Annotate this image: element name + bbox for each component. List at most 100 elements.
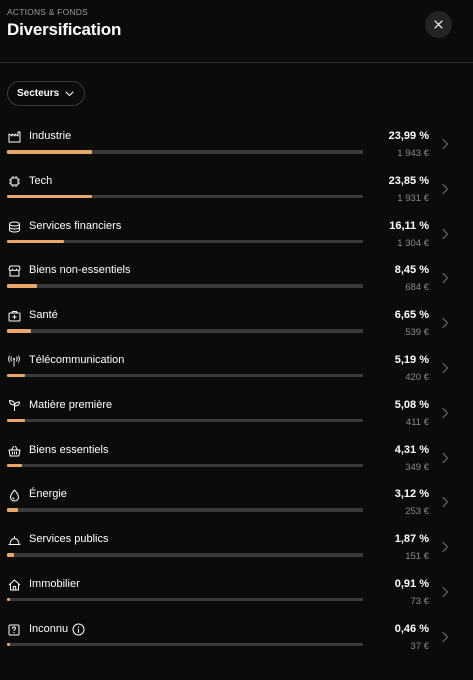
sector-label: Énergie [29, 488, 67, 500]
allocation-bar-fill [7, 418, 26, 423]
allocation-bar-track [7, 418, 363, 423]
allocation-bar-track [7, 508, 363, 512]
sector-amount: 349 € [405, 461, 429, 473]
drop-icon [7, 488, 21, 502]
allocation-bar-track [7, 642, 363, 647]
chevron-right-icon [440, 138, 450, 150]
sector-row[interactable]: Inconnu 0,46 % 37 € [0, 618, 473, 663]
sector-row[interactable]: Télécommunication 5,19 % 420 € [0, 349, 473, 394]
sector-percent: 4,31 % [394, 443, 429, 456]
sector-label: Immobilier [29, 578, 80, 590]
chevron-right-icon [440, 362, 450, 374]
sector-row[interactable]: Industrie 23,99 % 1 943 € [0, 125, 473, 170]
filter-label: Secteurs [17, 88, 60, 99]
sector-amount: 151 € [405, 551, 429, 563]
chevron-right-icon [440, 631, 450, 643]
allocation-bar-fill [7, 284, 38, 288]
sector-label-text: Services financiers [29, 219, 122, 232]
allocation-bar-track [7, 553, 363, 557]
sector-label-text: Inconnu [29, 623, 69, 636]
sector-amount: 37 € [410, 640, 430, 652]
sector-row[interactable]: Énergie 3,12 % 253 € [0, 483, 473, 528]
allocation-bar-fill [7, 642, 11, 647]
sector-row[interactable]: Services financiers 16,11 % 1 304 € [0, 215, 473, 260]
sector-label: Tech [29, 175, 52, 187]
chevron-right-icon [440, 183, 450, 195]
sector-row[interactable]: Biens essentiels 4,31 % 349 € [0, 439, 473, 484]
sector-amount: 539 € [405, 327, 429, 339]
sector-row[interactable]: Immobilier 0,91 % 73 € [0, 573, 473, 618]
sector-row[interactable]: Biens non-essentiels 8,45 % 684 € [0, 259, 473, 304]
sector-label: Inconnu [29, 623, 85, 636]
allocation-bar-fill [7, 150, 93, 154]
bell-icon [7, 533, 21, 547]
sector-percent: 5,19 % [394, 353, 429, 366]
allocation-bar-track [7, 373, 363, 378]
sector-label-text: Services publics [29, 533, 109, 546]
chevron-right-icon [440, 407, 450, 419]
sector-percent: 0,46 % [394, 622, 429, 635]
chevron-right-icon [440, 272, 450, 284]
question-icon [7, 623, 21, 637]
basket-icon [7, 444, 21, 458]
sector-percent: 16,11 % [389, 219, 429, 232]
sector-label: Biens non-essentiels [29, 264, 131, 276]
panel-header: ACTIONS & FONDS Diversification [0, 0, 473, 63]
house-icon [7, 578, 21, 592]
page-title: Diversification [7, 20, 122, 39]
sector-label: Télécommunication [29, 354, 124, 366]
chevron-right-icon [440, 452, 450, 464]
sector-row[interactable]: Santé 6,65 % 539 € [0, 304, 473, 349]
sector-percent: 0,91 % [394, 577, 429, 590]
sector-percent: 1,87 % [394, 533, 429, 546]
sector-label: Biens essentiels [29, 444, 109, 456]
sector-amount: 73 € [410, 595, 430, 607]
allocation-bar-track [7, 150, 363, 154]
allocation-bar-track [7, 597, 363, 602]
allocation-bar-track [7, 284, 363, 288]
antenna-icon [7, 354, 21, 368]
sector-label-text: Matière première [29, 398, 113, 411]
close-icon [434, 20, 443, 29]
section-overline: ACTIONS & FONDS [7, 7, 88, 17]
store-icon [7, 264, 21, 278]
close-button[interactable] [425, 11, 452, 38]
chevron-right-icon [440, 317, 450, 329]
info-icon[interactable] [72, 623, 85, 636]
sector-row[interactable]: Services publics 1,87 % 151 € [0, 528, 473, 573]
sector-list: Industrie 23,99 % 1 943 € Tech 23,85 % 1 931 … [0, 125, 473, 663]
sector-row[interactable]: Matière première 5,08 % 411 € [0, 394, 473, 439]
medical-kit-icon [7, 309, 21, 323]
allocation-bar-track [7, 194, 363, 199]
sector-amount: 684 € [405, 282, 429, 294]
sector-label: Services financiers [29, 220, 121, 232]
factory-icon [7, 130, 21, 144]
chevron-right-icon [440, 586, 450, 598]
sector-label: Services publics [29, 533, 108, 545]
allocation-bar-fill [7, 239, 65, 244]
sector-label-text: Télécommunication [29, 353, 125, 366]
allocation-bar-fill [7, 329, 31, 333]
sector-label-text: Biens non-essentiels [29, 264, 131, 277]
allocation-bar-fill [7, 597, 11, 602]
chevron-down-icon [65, 90, 74, 97]
sector-label-text: Industrie [29, 130, 72, 142]
allocation-bar-track [7, 329, 363, 333]
sector-amount: 1 304 € [397, 237, 429, 249]
allocation-bar-track [7, 463, 363, 468]
sector-label-text: Tech [29, 174, 53, 187]
sector-label: Matière première [29, 399, 112, 411]
chevron-right-icon [440, 228, 450, 240]
sector-label-text: Biens essentiels [29, 443, 109, 456]
allocation-bar-fill [7, 373, 26, 378]
allocation-bar-fill [7, 463, 23, 468]
sector-label: Santé [29, 309, 58, 321]
sector-filter-dropdown[interactable]: Secteurs [7, 81, 86, 106]
sector-percent: 3,12 % [394, 488, 429, 501]
sector-row[interactable]: Tech 23,85 % 1 931 € [0, 170, 473, 215]
sector-label: Industrie [29, 130, 71, 142]
allocation-bar-fill [7, 553, 14, 557]
chevron-right-icon [440, 541, 450, 553]
chevron-right-icon [440, 496, 450, 508]
allocation-bar-fill [7, 194, 92, 199]
